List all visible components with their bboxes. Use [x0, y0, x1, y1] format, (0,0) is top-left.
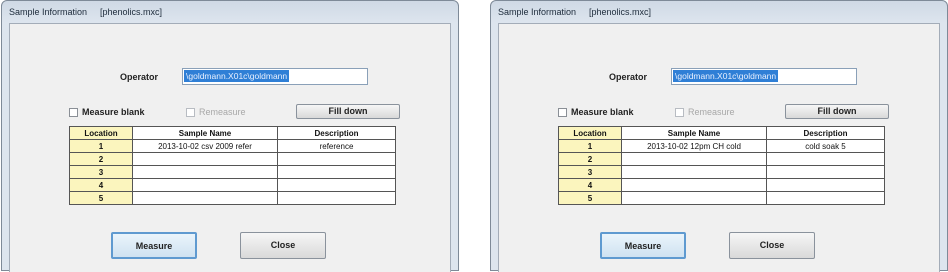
- sample-name-cell[interactable]: [132, 191, 278, 205]
- sample-name-cell[interactable]: [132, 178, 278, 192]
- sample-information-dialog: Sample Information [phenolics.mxc] Opera…: [1, 0, 459, 272]
- column-header-location: Location: [69, 126, 133, 140]
- close-button[interactable]: Close: [729, 232, 815, 259]
- measure-blank-label[interactable]: Measure blank: [571, 107, 634, 117]
- sample-name-cell[interactable]: [621, 191, 767, 205]
- measure-button[interactable]: Measure: [600, 232, 686, 259]
- sample-name-cell[interactable]: 2013-10-02 csv 2009 refer: [132, 139, 278, 153]
- sample-name-cell[interactable]: 2013-10-02 12pm CH cold: [621, 139, 767, 153]
- remeasure-checkbox: [675, 108, 684, 117]
- dialog-file-name: [phenolics.mxc]: [100, 7, 163, 17]
- table-row: 1 2013-10-02 12pm CH cold cold soak 5: [558, 139, 885, 153]
- column-header-description: Description: [277, 126, 396, 140]
- operator-label: Operator: [609, 72, 648, 82]
- measure-blank-label[interactable]: Measure blank: [82, 107, 145, 117]
- table-row: 2: [558, 152, 885, 166]
- measure-blank-checkbox[interactable]: [69, 108, 78, 117]
- location-cell: 2: [558, 152, 622, 166]
- sample-name-cell[interactable]: [132, 152, 278, 166]
- measure-blank-checkbox[interactable]: [558, 108, 567, 117]
- location-cell: 1: [69, 139, 133, 153]
- dialog-title: Sample Information: [9, 7, 88, 17]
- table-row: 3: [558, 165, 885, 179]
- location-cell: 3: [69, 165, 133, 179]
- title-bar[interactable]: Sample Information [phenolics.mxc]: [491, 1, 947, 23]
- table-row: 4: [558, 178, 885, 192]
- dialog-file-name: [phenolics.mxc]: [589, 7, 652, 17]
- location-cell: 5: [69, 191, 133, 205]
- operator-input[interactable]: \goldmann.X01c\goldmann: [671, 68, 857, 85]
- table-header-row: Location Sample Name Description: [69, 126, 396, 140]
- table-row: 1 2013-10-02 csv 2009 refer reference: [69, 139, 396, 153]
- dialog-body: Operator \goldmann.X01c\goldmann Measure…: [9, 23, 451, 272]
- location-cell: 1: [558, 139, 622, 153]
- table-row: 5: [558, 191, 885, 205]
- column-header-description: Description: [766, 126, 885, 140]
- description-cell[interactable]: [277, 178, 396, 192]
- title-bar[interactable]: Sample Information [phenolics.mxc]: [2, 1, 458, 23]
- operator-label: Operator: [120, 72, 159, 82]
- location-cell: 2: [69, 152, 133, 166]
- table-row: 3: [69, 165, 396, 179]
- description-cell[interactable]: [766, 191, 885, 205]
- fill-down-button[interactable]: Fill down: [296, 104, 400, 119]
- sample-name-cell[interactable]: [621, 165, 767, 179]
- location-cell: 3: [558, 165, 622, 179]
- table-row: 2: [69, 152, 396, 166]
- sample-name-cell[interactable]: [132, 165, 278, 179]
- description-cell[interactable]: cold soak 5: [766, 139, 885, 153]
- sample-table: Location Sample Name Description 1 2013-…: [69, 126, 396, 205]
- remeasure-checkbox: [186, 108, 195, 117]
- remeasure-label: Remeasure: [688, 107, 735, 117]
- dialog-title: Sample Information: [498, 7, 577, 17]
- table-row: 5: [69, 191, 396, 205]
- description-cell[interactable]: [277, 165, 396, 179]
- table-header-row: Location Sample Name Description: [558, 126, 885, 140]
- sample-name-cell[interactable]: [621, 152, 767, 166]
- remeasure-label: Remeasure: [199, 107, 246, 117]
- dialog-body: Operator \goldmann.X01c\goldmann Measure…: [498, 23, 940, 272]
- sample-name-cell[interactable]: [621, 178, 767, 192]
- description-cell[interactable]: [766, 178, 885, 192]
- location-cell: 4: [69, 178, 133, 192]
- close-button[interactable]: Close: [240, 232, 326, 259]
- description-cell[interactable]: [277, 191, 396, 205]
- column-header-location: Location: [558, 126, 622, 140]
- column-header-sample-name: Sample Name: [621, 126, 767, 140]
- column-header-sample-name: Sample Name: [132, 126, 278, 140]
- description-cell[interactable]: [766, 165, 885, 179]
- fill-down-button[interactable]: Fill down: [785, 104, 889, 119]
- operator-value: \goldmann.X01c\goldmann: [673, 70, 779, 82]
- sample-information-dialog: Sample Information [phenolics.mxc] Opera…: [490, 0, 948, 272]
- operator-value: \goldmann.X01c\goldmann: [184, 70, 290, 82]
- measure-button[interactable]: Measure: [111, 232, 197, 259]
- table-row: 4: [69, 178, 396, 192]
- operator-input[interactable]: \goldmann.X01c\goldmann: [182, 68, 368, 85]
- description-cell[interactable]: reference: [277, 139, 396, 153]
- location-cell: 4: [558, 178, 622, 192]
- sample-table: Location Sample Name Description 1 2013-…: [558, 126, 885, 205]
- location-cell: 5: [558, 191, 622, 205]
- description-cell[interactable]: [277, 152, 396, 166]
- description-cell[interactable]: [766, 152, 885, 166]
